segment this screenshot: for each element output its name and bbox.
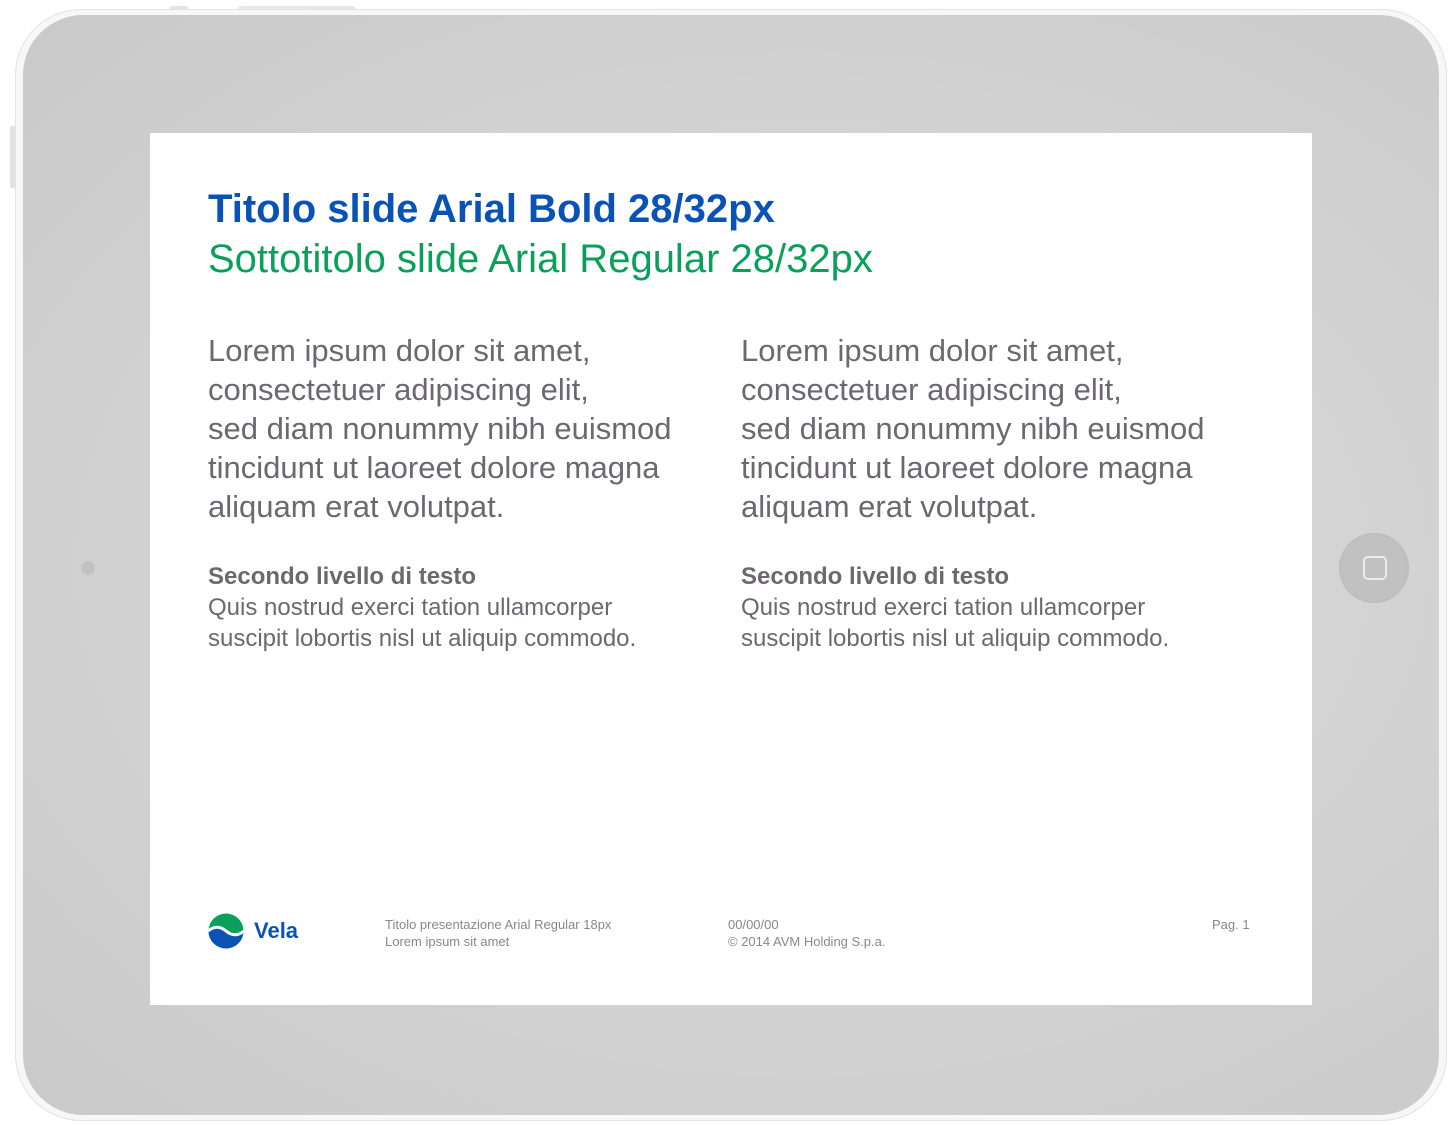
tablet-mockup: Titolo slide Arial Bold 28/32px Sottotit…: [0, 0, 1450, 1125]
footer-date: 00/00/00: [728, 917, 779, 932]
slide-subtitle: Sottotitolo slide Arial Regular 28/32px: [208, 237, 873, 281]
logo-wordmark: Vela: [254, 918, 299, 943]
footer-copyright: © 2014 AVM Holding S.p.a.: [728, 934, 886, 949]
level2-heading: Secondo livello di testo: [741, 563, 1010, 590]
home-button[interactable]: [1339, 533, 1409, 603]
footer-page-number: Pag. 1: [1212, 917, 1250, 932]
vela-logo: Vela: [208, 913, 298, 949]
level2-heading: Secondo livello di testo: [208, 563, 477, 590]
body-paragraph: Lorem ipsum dolor sit amet, consectetuer…: [741, 333, 1205, 524]
footer-presentation-subtitle: Lorem ipsum sit amet: [385, 934, 510, 949]
body-paragraph: Lorem ipsum dolor sit amet, consectetuer…: [208, 333, 672, 524]
text-column-left: Lorem ipsum dolor sit amet, consectetuer…: [208, 331, 708, 654]
text-column-right: Lorem ipsum dolor sit amet, consectetuer…: [741, 331, 1241, 654]
level2-paragraph: Quis nostrud exerci tation ullamcorper s…: [208, 594, 637, 652]
home-square-icon: [1363, 556, 1387, 580]
slide-title: Titolo slide Arial Bold 28/32px: [208, 187, 775, 231]
front-camera-icon: [81, 561, 95, 575]
footer-date-info: 00/00/00 © 2014 AVM Holding S.p.a.: [728, 916, 886, 950]
footer-presentation-title: Titolo presentazione Arial Regular 18px: [385, 917, 612, 932]
vela-wave-logo-icon: [208, 913, 244, 949]
level2-paragraph: Quis nostrud exerci tation ullamcorper s…: [741, 594, 1170, 652]
footer-presentation-info: Titolo presentazione Arial Regular 18px …: [385, 916, 611, 950]
slide-screen: Titolo slide Arial Bold 28/32px Sottotit…: [150, 133, 1312, 1005]
